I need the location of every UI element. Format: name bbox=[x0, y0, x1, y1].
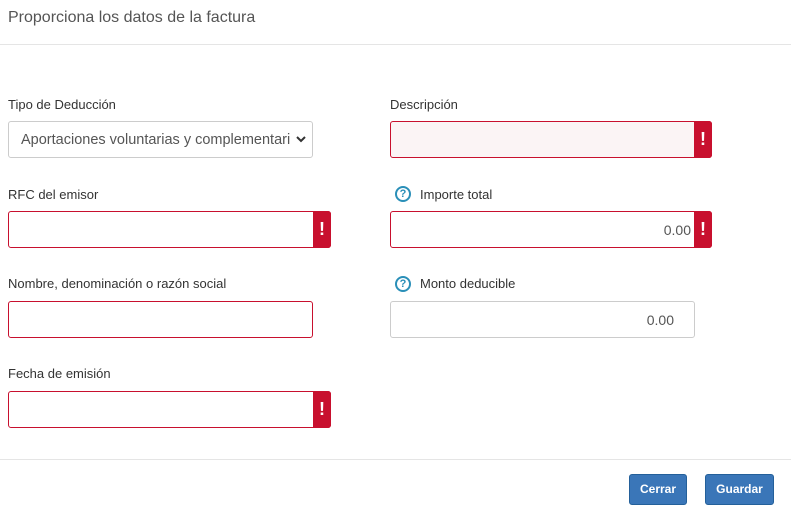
exclamation-icon: ! bbox=[694, 121, 712, 158]
chevron-down-icon bbox=[296, 136, 306, 143]
nombre-label: Nombre, denominación o razón social bbox=[8, 276, 227, 291]
exclamation-icon: ! bbox=[313, 211, 331, 248]
importe-total-label: Importe total bbox=[420, 187, 493, 202]
importe-total-input[interactable]: 0.00 ! bbox=[390, 211, 712, 248]
question-circle-icon[interactable]: ? bbox=[395, 276, 411, 292]
question-circle-icon[interactable]: ? bbox=[395, 186, 411, 202]
nombre-input[interactable] bbox=[8, 301, 313, 338]
guardar-button[interactable]: Guardar bbox=[705, 474, 774, 505]
descripcion-label: Descripción bbox=[390, 97, 458, 112]
cerrar-button[interactable]: Cerrar bbox=[629, 474, 687, 505]
rfc-emisor-input[interactable]: ! bbox=[8, 211, 331, 248]
monto-deducible-value: 0.00 bbox=[646, 312, 674, 328]
exclamation-icon: ! bbox=[313, 391, 331, 428]
monto-deducible-label: Monto deducible bbox=[420, 276, 516, 291]
tipo-deduccion-selected: Aportaciones voluntarias y complementari bbox=[21, 132, 291, 148]
footer-divider bbox=[0, 459, 791, 460]
tipo-deduccion-select[interactable]: Aportaciones voluntarias y complementari bbox=[8, 121, 313, 158]
rfc-emisor-label: RFC del emisor bbox=[8, 187, 99, 202]
exclamation-icon: ! bbox=[694, 211, 712, 248]
fecha-emision-label: Fecha de emisión bbox=[8, 366, 111, 381]
header-divider bbox=[0, 44, 791, 45]
descripcion-input[interactable]: ! bbox=[390, 121, 712, 158]
modal-title: Proporciona los datos de la factura bbox=[8, 9, 256, 26]
importe-total-value: 0.00 bbox=[663, 222, 691, 238]
tipo-deduccion-label: Tipo de Deducción bbox=[8, 97, 116, 112]
fecha-emision-input[interactable]: ! bbox=[8, 391, 331, 428]
monto-deducible-input[interactable]: 0.00 bbox=[390, 301, 695, 338]
